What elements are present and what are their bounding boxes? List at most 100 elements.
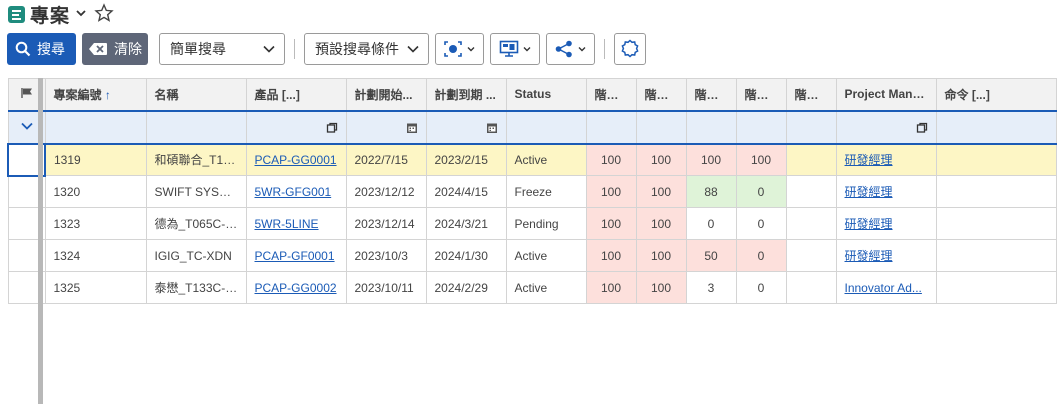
filter-product[interactable]: [245, 109, 347, 145]
project-manager-link[interactable]: 研發經理: [845, 249, 893, 263]
table-row[interactable]: 1319 和碩聯合_T10... PCAP-GG0001 2022/7/15 2…: [7, 142, 1057, 177]
cell-stage-4: 0: [735, 175, 787, 208]
preset-search-select[interactable]: 預設搜尋條件: [304, 33, 429, 65]
filter-stage-1[interactable]: [585, 109, 637, 145]
search-mode-value: 簡單搜尋: [170, 41, 226, 57]
cell-project-number: 1320: [44, 175, 147, 208]
column-header-stage-3[interactable]: 階段...: [685, 78, 737, 111]
table-row[interactable]: 1324 IGIG_TC-XDN PCAP-GF0001 2023/10/3 2…: [7, 239, 1057, 272]
chevron-down-icon: [578, 47, 586, 52]
column-header-project-manager[interactable]: Project Mana...: [835, 78, 937, 111]
settings-button[interactable]: [614, 33, 646, 65]
cell-status: Pending: [505, 207, 587, 240]
cell-status: Active: [505, 271, 587, 304]
search-icon: [15, 41, 31, 57]
cell-planned-due: 2024/4/15: [425, 175, 507, 208]
cell-stage-1: 100: [585, 239, 637, 272]
cell-name: 和碩聯合_T10...: [145, 143, 247, 176]
cell-name: 泰懋_T133C-X...: [145, 271, 247, 304]
column-header-planned-due[interactable]: 計劃到期 ...: [425, 78, 507, 111]
table-row[interactable]: 1325 泰懋_T133C-X... PCAP-GG0002 2023/10/1…: [7, 271, 1057, 304]
column-header-stage-2[interactable]: 階段...: [635, 78, 687, 111]
product-link[interactable]: 5WR-5LINE: [255, 217, 319, 231]
filter-stage-4[interactable]: [735, 109, 787, 145]
filter-planned-start[interactable]: [345, 109, 427, 145]
project-manager-link[interactable]: 研發經理: [845, 153, 893, 167]
project-manager-link[interactable]: Innovator Ad...: [845, 281, 922, 295]
filter-stage-5[interactable]: [785, 109, 837, 145]
app-icon: [8, 5, 25, 23]
cell-planned-due: 2023/2/15: [425, 143, 507, 176]
filter-stage-3[interactable]: [685, 109, 737, 145]
cell-name: SWIFT SYSTE...: [145, 175, 247, 208]
cell-planned-start: 2023/10/3: [345, 239, 427, 272]
cell-project-manager: 研發經理: [835, 175, 937, 208]
table-row[interactable]: 1323 德為_T065C-5... 5WR-5LINE 2023/12/14 …: [7, 207, 1057, 240]
cell-stage-1: 100: [585, 271, 637, 304]
divider: [294, 39, 295, 59]
monitor-icon: [499, 40, 518, 57]
divider: [604, 39, 605, 59]
chevron-down-icon: [467, 47, 475, 52]
cell-stage-1: 100: [585, 143, 637, 176]
project-manager-link[interactable]: 研發經理: [845, 185, 893, 199]
target-menu-button[interactable]: [435, 33, 484, 65]
filter-project-manager[interactable]: [835, 109, 937, 145]
filter-project-number[interactable]: [44, 109, 147, 145]
cell-planned-start: 2022/7/15: [345, 143, 427, 176]
cell-planned-due: 2024/1/30: [425, 239, 507, 272]
share-menu-button[interactable]: [546, 33, 595, 65]
column-header-command[interactable]: 命令 [...]: [935, 78, 1057, 111]
popup-icon[interactable]: [916, 122, 928, 137]
cell-product: PCAP-GG0002: [245, 271, 347, 304]
cell-stage-2: 100: [635, 271, 687, 304]
cell-name: IGIG_TC-XDN: [145, 239, 247, 272]
filter-stage-2[interactable]: [635, 109, 687, 145]
column-header-status[interactable]: Status: [505, 78, 587, 111]
filter-status[interactable]: [505, 109, 587, 145]
cell-planned-due: 2024/2/29: [425, 271, 507, 304]
toolbar: 搜尋 清除 簡單搜尋 預設搜尋條件: [7, 33, 646, 65]
display-menu-button[interactable]: [490, 33, 540, 65]
column-header-stage-5[interactable]: 階段...: [785, 78, 837, 111]
chevron-down-icon[interactable]: [74, 6, 88, 23]
filter-planned-due[interactable]: [425, 109, 507, 145]
page-title: 專案: [30, 5, 71, 27]
search-mode-select[interactable]: 簡單搜尋: [159, 33, 285, 65]
product-link[interactable]: PCAP-GG0002: [255, 281, 337, 295]
preset-search-value: 預設搜尋條件: [315, 41, 399, 57]
column-header-stage-1[interactable]: 階段...: [585, 78, 637, 111]
column-header-name[interactable]: 名稱: [145, 78, 247, 111]
cell-command: [935, 175, 1057, 208]
row-header-divider: [38, 78, 43, 404]
column-header-product[interactable]: 產品 [...]: [245, 78, 347, 111]
cell-stage-3: 0: [685, 207, 737, 240]
calendar-icon[interactable]: [486, 122, 498, 137]
filter-command[interactable]: [935, 109, 1057, 145]
search-button[interactable]: 搜尋: [7, 33, 76, 65]
cell-status: Active: [505, 239, 587, 272]
cell-project-number: 1325: [44, 271, 147, 304]
project-manager-link[interactable]: 研發經理: [845, 217, 893, 231]
cell-stage-3: 88: [685, 175, 737, 208]
cell-planned-start: 2023/12/12: [345, 175, 427, 208]
product-link[interactable]: 5WR-GFG001: [255, 185, 332, 199]
calendar-icon[interactable]: [406, 122, 418, 137]
column-header-stage-4[interactable]: 階段...: [735, 78, 787, 111]
product-link[interactable]: PCAP-GF0001: [255, 249, 335, 263]
cell-stage-3: 3: [685, 271, 737, 304]
table-row[interactable]: 1320 SWIFT SYSTE... 5WR-GFG001 2023/12/1…: [7, 175, 1057, 208]
cell-planned-start: 2023/12/14: [345, 207, 427, 240]
clear-button[interactable]: 清除: [82, 33, 148, 65]
star-icon[interactable]: [94, 2, 114, 26]
cell-command: [935, 143, 1057, 176]
filter-name[interactable]: [145, 109, 247, 145]
column-header-project-number[interactable]: 專案編號 ↑: [44, 78, 147, 111]
popup-icon[interactable]: [326, 122, 338, 137]
column-header-planned-start[interactable]: 計劃開始...: [345, 78, 427, 111]
cell-stage-3: 50: [685, 239, 737, 272]
cell-project-manager: 研發經理: [835, 239, 937, 272]
chevron-down-icon: [263, 45, 275, 53]
flag-icon: [20, 87, 32, 98]
product-link[interactable]: PCAP-GG0001: [255, 153, 337, 167]
